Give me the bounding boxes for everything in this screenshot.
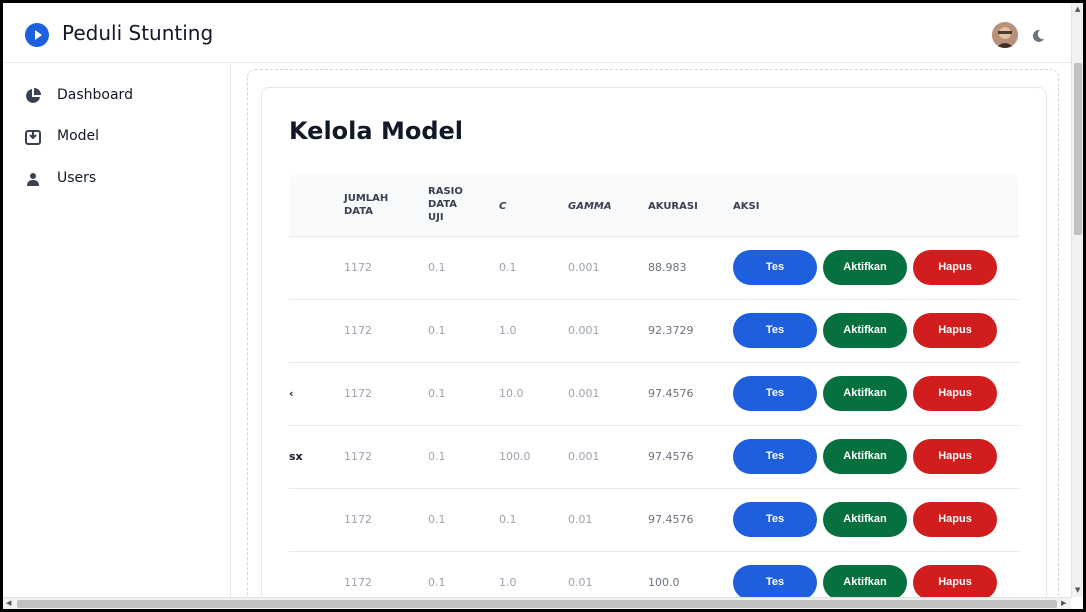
play-circle-icon[interactable] (25, 23, 49, 47)
sidebar-item-label: Dashboard (57, 87, 133, 103)
cell-gamma: 0.001 (568, 450, 600, 463)
delete-button[interactable]: Hapus (913, 439, 997, 474)
table-row: ‹ 1172 0.1 10.0 0.001 97.4576 Tes Aktifkan Hapus (289, 362, 1019, 425)
delete-button[interactable]: Hapus (913, 565, 997, 600)
cell-rasio: 0.1 (428, 387, 446, 400)
cell-rasio: 0.1 (428, 324, 446, 337)
cell-jumlah: 1172 (344, 576, 372, 589)
test-button[interactable]: Tes (733, 376, 817, 411)
horizontal-scroll-thumb[interactable] (17, 600, 1057, 608)
cell-c: 0.1 (499, 261, 517, 274)
sidebar-item-dashboard[interactable]: Dashboard (3, 81, 231, 111)
user-icon (25, 171, 41, 187)
cell-gamma: 0.001 (568, 387, 600, 400)
test-button[interactable]: Tes (733, 439, 817, 474)
cell-rasio: 0.1 (428, 576, 446, 589)
cell-c: 1.0 (499, 324, 517, 337)
delete-button[interactable]: Hapus (913, 313, 997, 348)
header-c: C (499, 201, 507, 212)
cell-rasio: 0.1 (428, 261, 446, 274)
test-button[interactable]: Tes (733, 313, 817, 348)
cell-name: ‹ (289, 387, 294, 400)
horizontal-scrollbar[interactable]: ◀ ▶ (3, 597, 1071, 609)
test-button[interactable]: Tes (733, 250, 817, 285)
activate-button[interactable]: Aktifkan (823, 376, 907, 411)
table-row: 1172 0.1 0.1 0.01 97.4576 Tes Aktifkan Hapus (289, 488, 1019, 551)
app-title[interactable]: Peduli Stunting (62, 21, 213, 45)
activate-button[interactable]: Aktifkan (823, 250, 907, 285)
avatar[interactable] (992, 22, 1018, 48)
inbox-download-icon (25, 129, 41, 145)
delete-button[interactable]: Hapus (913, 376, 997, 411)
header-rasio-data-uji: RASIO DATA UJI (428, 186, 463, 223)
test-button[interactable]: Tes (733, 502, 817, 537)
delete-button[interactable]: Hapus (913, 250, 997, 285)
cell-jumlah: 1172 (344, 450, 372, 463)
vertical-scrollbar[interactable]: ▲ ▼ (1071, 3, 1083, 597)
cell-gamma: 0.001 (568, 261, 600, 274)
vertical-scroll-thumb[interactable] (1074, 63, 1082, 235)
cell-akurasi: 97.4576 (648, 450, 694, 463)
sidebar-item-users[interactable]: Users (3, 164, 231, 194)
sidebar-item-label: Users (57, 170, 97, 186)
cell-c: 100.0 (499, 450, 531, 463)
scroll-up-icon[interactable]: ▲ (1075, 5, 1080, 13)
cell-c: 10.0 (499, 387, 524, 400)
sidebar: Dashboard Model Users (3, 64, 231, 609)
cell-rasio: 0.1 (428, 513, 446, 526)
cell-c: 1.0 (499, 576, 517, 589)
page-title: Kelola Model (289, 117, 463, 145)
header-jumlah-data: JUMLAH DATA (344, 193, 389, 217)
sidebar-item-model[interactable]: Model (3, 122, 231, 152)
scroll-down-icon[interactable]: ▼ (1075, 586, 1080, 594)
cell-c: 0.1 (499, 513, 517, 526)
cell-jumlah: 1172 (344, 387, 372, 400)
cell-jumlah: 1172 (344, 261, 372, 274)
test-button[interactable]: Tes (733, 565, 817, 600)
cell-akurasi: 88.983 (648, 261, 687, 274)
cell-akurasi: 100.0 (648, 576, 680, 589)
header-akurasi: AKURASI (648, 201, 698, 212)
app-window: Peduli Stunting Dashboard Model Users Ke… (3, 3, 1083, 609)
cell-jumlah: 1172 (344, 513, 372, 526)
cell-akurasi: 97.4576 (648, 387, 694, 400)
activate-button[interactable]: Aktifkan (823, 313, 907, 348)
cell-akurasi: 97.4576 (648, 513, 694, 526)
top-header: Peduli Stunting (3, 3, 1071, 63)
delete-button[interactable]: Hapus (913, 502, 997, 537)
activate-button[interactable]: Aktifkan (823, 565, 907, 600)
table-header: JUMLAH DATA RASIO DATA UJI C GAMMA AKURA… (289, 174, 1019, 236)
sidebar-item-label: Model (57, 128, 100, 144)
model-table: JUMLAH DATA RASIO DATA UJI C GAMMA AKURA… (289, 174, 1019, 609)
activate-button[interactable]: Aktifkan (823, 439, 907, 474)
header-aksi: AKSI (733, 201, 760, 212)
cell-name: sx (289, 450, 303, 463)
cell-gamma: 0.01 (568, 576, 593, 589)
cell-akurasi: 92.3729 (648, 324, 694, 337)
table-row: 1172 0.1 1.0 0.001 92.3729 Tes Aktifkan Hapus (289, 299, 1019, 362)
pie-chart-icon (25, 88, 41, 104)
table-row: sx 1172 0.1 100.0 0.001 97.4576 Tes Aktifkan Hap… (289, 425, 1019, 488)
table-row: 1172 0.1 0.1 0.001 88.983 Tes Aktifkan Hapus (289, 236, 1019, 299)
cell-gamma: 0.01 (568, 513, 593, 526)
cell-rasio: 0.1 (428, 450, 446, 463)
scroll-left-icon[interactable]: ◀ (6, 599, 11, 607)
cell-jumlah: 1172 (344, 324, 372, 337)
moon-icon[interactable] (1031, 28, 1045, 42)
scroll-right-icon[interactable]: ▶ (1061, 599, 1066, 607)
header-gamma: GAMMA (568, 201, 612, 212)
activate-button[interactable]: Aktifkan (823, 502, 907, 537)
cell-gamma: 0.001 (568, 324, 600, 337)
